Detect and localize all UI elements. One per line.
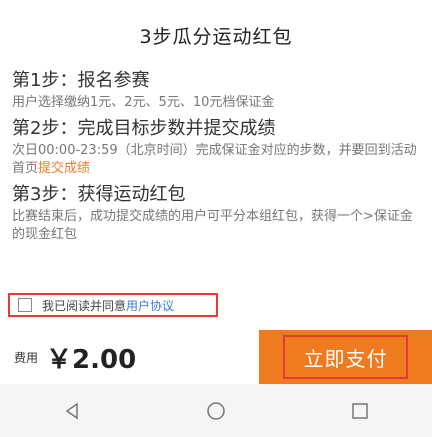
step-1: 第1步：报名参赛 用户选择缴纳1元、2元、5元、10元档保证金 bbox=[12, 70, 420, 112]
step-3-heading: 第3步：获得运动红包 bbox=[12, 184, 186, 205]
recents-button[interactable] bbox=[340, 391, 380, 431]
pay-now-button[interactable]: 立即支付 bbox=[283, 335, 408, 379]
step-2-body-wrap: 次日00:00-23:59（北京时间）完成保证金对应的步数，并要回到活动首页提交… bbox=[12, 142, 420, 178]
step-1-heading: 第1步：报名参赛 bbox=[12, 70, 150, 91]
step-3: 第3步：获得运动红包 比赛结束后，成功提交成绩的用户可平分本组红包，获得一个>保… bbox=[12, 184, 420, 244]
recents-icon bbox=[352, 402, 368, 419]
system-nav-bar bbox=[0, 384, 432, 437]
steps-section: 第1步：报名参赛 用户选择缴纳1元、2元、5元、10元档保证金 第2步：完成目标… bbox=[12, 70, 420, 250]
pay-button-container[interactable]: 立即支付 bbox=[259, 330, 432, 384]
agreement-text: 我已阅读并同意 bbox=[42, 298, 127, 313]
payment-footer: 费用 ￥2.00 立即支付 bbox=[0, 330, 432, 384]
home-button[interactable] bbox=[196, 391, 236, 431]
back-icon bbox=[65, 402, 78, 419]
step-1-body: 用户选择缴纳1元、2元、5元、10元档保证金 bbox=[12, 95, 275, 110]
step-2: 第2步：完成目标步数并提交成绩 次日00:00-23:59（北京时间）完成保证金… bbox=[12, 118, 420, 178]
step-3-body: 比赛结束后，成功提交成绩的用户可平分本组红包，获得一个>保证金的现金红包 bbox=[12, 209, 413, 242]
fee-label: 费用 bbox=[14, 350, 39, 365]
user-agreement-link[interactable]: 用户协议 bbox=[126, 297, 174, 314]
fee-amount: ￥2.00 bbox=[46, 344, 137, 375]
agreement-row[interactable]: 我已阅读并同意 用户协议 bbox=[8, 293, 218, 317]
back-button[interactable] bbox=[52, 391, 92, 431]
home-icon bbox=[207, 401, 225, 420]
page-title: 3步瓜分运动红包 bbox=[139, 26, 293, 48]
submit-score-link[interactable]: 提交成绩 bbox=[38, 161, 90, 176]
agreement-checkbox[interactable] bbox=[18, 298, 32, 312]
step-2-heading: 第2步：完成目标步数并提交成绩 bbox=[12, 118, 276, 139]
